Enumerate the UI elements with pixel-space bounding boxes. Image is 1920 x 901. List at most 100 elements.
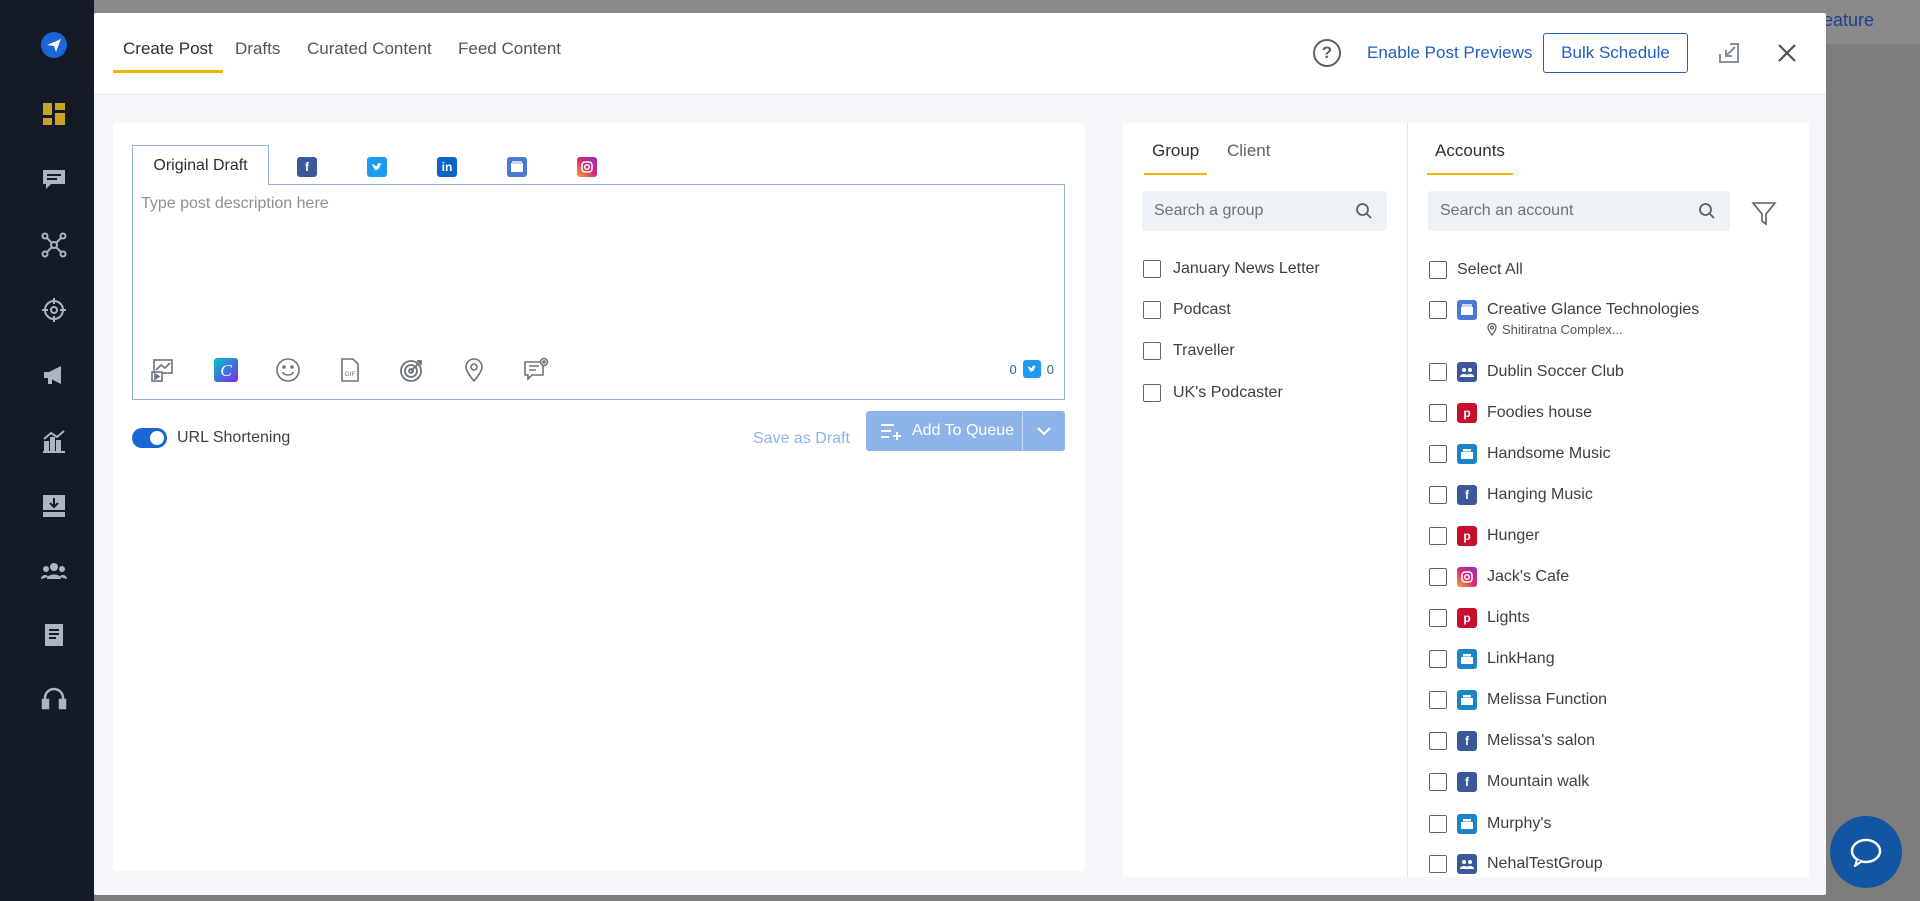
account-item[interactable]: f Mountain walk — [1429, 772, 1589, 792]
add-to-queue-button[interactable]: Add To Queue — [866, 411, 1065, 451]
post-description-input[interactable] — [141, 195, 1041, 315]
search-icon[interactable] — [1355, 202, 1373, 220]
support-headset-icon[interactable] — [36, 681, 72, 717]
tab-feed-content[interactable]: Feed Content — [458, 39, 561, 73]
tab-group[interactable]: Group — [1143, 141, 1208, 175]
account-checkbox[interactable] — [1429, 404, 1447, 422]
account-checkbox[interactable] — [1429, 363, 1447, 381]
account-label: Handsome Music — [1487, 445, 1611, 462]
account-item[interactable]: NehalTestGroup — [1429, 854, 1603, 874]
group-checkbox[interactable] — [1143, 260, 1161, 278]
account-checkbox[interactable] — [1429, 691, 1447, 709]
tab-original-draft[interactable]: Original Draft — [132, 145, 269, 185]
queue-options-dropdown[interactable] — [1023, 426, 1065, 436]
account-text: LinkHang — [1487, 650, 1555, 668]
account-item[interactable]: p Lights — [1429, 608, 1530, 628]
account-label: Hunger — [1487, 527, 1540, 544]
facebook-icon[interactable]: f — [297, 157, 317, 177]
add-to-queue-main[interactable]: Add To Queue — [866, 411, 1023, 451]
account-checkbox[interactable] — [1429, 568, 1447, 586]
group-checkbox[interactable] — [1143, 301, 1161, 319]
group-checkbox[interactable] — [1143, 342, 1161, 360]
bulk-schedule-button[interactable]: Bulk Schedule — [1543, 33, 1688, 73]
gif-icon[interactable]: GIF — [335, 355, 365, 385]
group-item[interactable]: Traveller — [1143, 342, 1235, 360]
account-checkbox[interactable] — [1429, 527, 1447, 545]
background-feature-link: eature — [1822, 10, 1874, 30]
account-checkbox[interactable] — [1429, 815, 1447, 833]
tab-create-post[interactable]: Create Post — [113, 39, 223, 73]
instagram-icon[interactable] — [577, 157, 597, 177]
save-as-draft-button[interactable]: Save as Draft — [753, 430, 850, 448]
account-checkbox[interactable] — [1429, 445, 1447, 463]
team-icon[interactable] — [36, 553, 72, 589]
tab-drafts[interactable]: Drafts — [235, 39, 280, 73]
targeting-icon[interactable] — [397, 355, 427, 385]
account-item[interactable]: p Foodies house — [1429, 403, 1592, 423]
dashboard-icon[interactable] — [36, 96, 72, 132]
group-item[interactable]: Podcast — [1143, 301, 1231, 319]
filter-icon[interactable] — [1750, 199, 1778, 227]
first-comment-icon[interactable] — [521, 355, 551, 385]
account-checkbox[interactable] — [1429, 773, 1447, 791]
enable-post-previews-link[interactable]: Enable Post Previews — [1367, 43, 1532, 63]
account-item[interactable]: Murphy's — [1429, 814, 1551, 834]
network-icon[interactable] — [36, 227, 72, 263]
account-item[interactable]: Melissa Function — [1429, 690, 1607, 710]
account-location-text: Shitiratna Complex... — [1502, 322, 1623, 337]
select-all-row[interactable]: Select All — [1429, 261, 1523, 279]
account-checkbox[interactable] — [1429, 732, 1447, 750]
megaphone-icon[interactable] — [36, 357, 72, 393]
inbox-download-icon[interactable] — [36, 488, 72, 524]
reports-icon[interactable] — [36, 617, 72, 653]
chat-support-button[interactable] — [1830, 816, 1902, 888]
account-label: Dublin Soccer Club — [1487, 363, 1624, 380]
canva-icon[interactable]: C — [211, 355, 241, 385]
account-item[interactable]: p Hunger — [1429, 526, 1539, 546]
linkedin-icon[interactable]: in — [437, 157, 457, 177]
account-item[interactable]: LinkHang — [1429, 649, 1555, 669]
account-checkbox[interactable] — [1429, 301, 1447, 319]
account-label: Lights — [1487, 609, 1530, 626]
group-panel: Group Client January News Letter Podcast… — [1123, 123, 1408, 877]
send-logo-icon[interactable] — [36, 27, 72, 63]
account-checkbox[interactable] — [1429, 486, 1447, 504]
search-icon[interactable] — [1698, 202, 1716, 220]
account-item[interactable]: Jack's Cafe — [1429, 567, 1569, 587]
account-item[interactable]: Handsome Music — [1429, 444, 1611, 464]
group-item[interactable]: UK's Podcaster — [1143, 384, 1283, 402]
google-business-icon[interactable] — [507, 157, 527, 177]
select-all-checkbox[interactable] — [1429, 261, 1447, 279]
target-icon[interactable] — [36, 292, 72, 328]
account-text: Handsome Music — [1487, 445, 1611, 463]
twitter-icon[interactable] — [367, 157, 387, 177]
tab-accounts[interactable]: Accounts — [1427, 141, 1513, 175]
account-item[interactable]: Creative Glance Technologies Shitiratna C… — [1429, 300, 1699, 337]
account-checkbox[interactable] — [1429, 650, 1447, 668]
account-item[interactable]: Dublin Soccer Club — [1429, 362, 1624, 382]
account-text: Hunger — [1487, 527, 1539, 545]
messages-icon[interactable] — [36, 161, 72, 197]
group-checkbox[interactable] — [1143, 384, 1161, 402]
group-search-input[interactable] — [1154, 202, 1341, 220]
minimize-icon[interactable] — [1717, 41, 1741, 65]
emoji-icon[interactable] — [273, 355, 303, 385]
tab-client[interactable]: Client — [1227, 141, 1270, 175]
analytics-icon[interactable] — [36, 423, 72, 459]
tab-curated-content[interactable]: Curated Content — [307, 39, 432, 73]
group-item[interactable]: January News Letter — [1143, 260, 1320, 278]
location-pin-icon[interactable] — [459, 355, 489, 385]
close-icon[interactable] — [1775, 41, 1799, 65]
help-icon[interactable]: ? — [1313, 39, 1341, 67]
facebook-icon: f — [1457, 731, 1477, 751]
account-search-input[interactable] — [1440, 202, 1672, 220]
media-upload-icon[interactable] — [149, 355, 179, 385]
account-location: Shitiratna Complex... — [1487, 322, 1699, 337]
account-item[interactable]: f Hanging Music — [1429, 485, 1593, 505]
account-text: Melissa's salon — [1487, 732, 1595, 750]
url-shortening-toggle[interactable] — [132, 428, 167, 448]
account-checkbox[interactable] — [1429, 855, 1447, 873]
account-item[interactable]: f Melissa's salon — [1429, 731, 1595, 751]
modal-header: Create Post Drafts Curated Content Feed … — [94, 13, 1826, 95]
account-checkbox[interactable] — [1429, 609, 1447, 627]
